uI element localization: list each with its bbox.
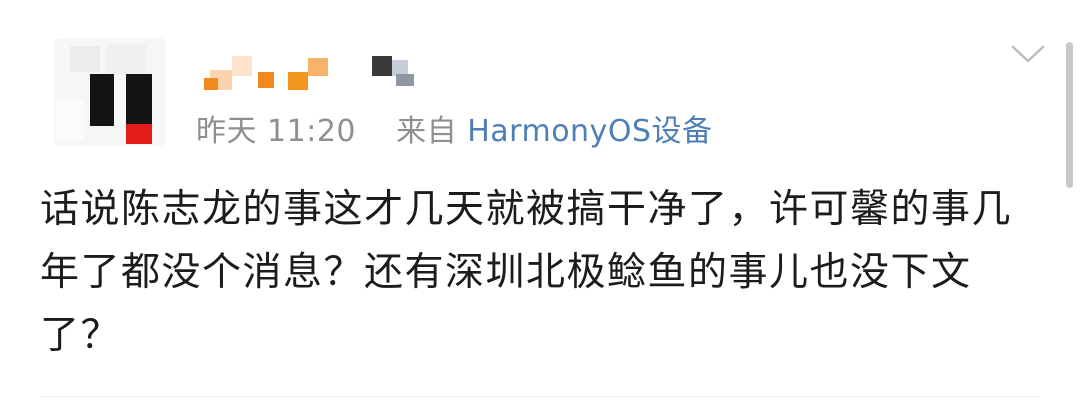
post-content: 话说陈志龙的事这才几天就被搞干净了，许可馨的事几年了都没个消息？还有深圳北极鲶鱼… [40, 187, 1013, 358]
post-time: 昨天 11:20 [196, 114, 356, 149]
post-meta: 昨天 11:20 来自 HarmonyOS设备 [196, 106, 712, 150]
source-link[interactable]: HarmonyOS设备 [467, 114, 712, 149]
weibo-post: 昨天 11:20 来自 HarmonyOS设备 话说陈志龙的事这才几天就被搞干净… [0, 0, 1080, 409]
source-prefix: 来自 [396, 114, 458, 149]
username-mosaic[interactable] [196, 52, 436, 92]
divider [40, 396, 1040, 397]
avatar[interactable] [54, 38, 166, 146]
scrollbar[interactable] [1066, 42, 1073, 188]
chevron-down-icon[interactable] [1010, 40, 1046, 68]
